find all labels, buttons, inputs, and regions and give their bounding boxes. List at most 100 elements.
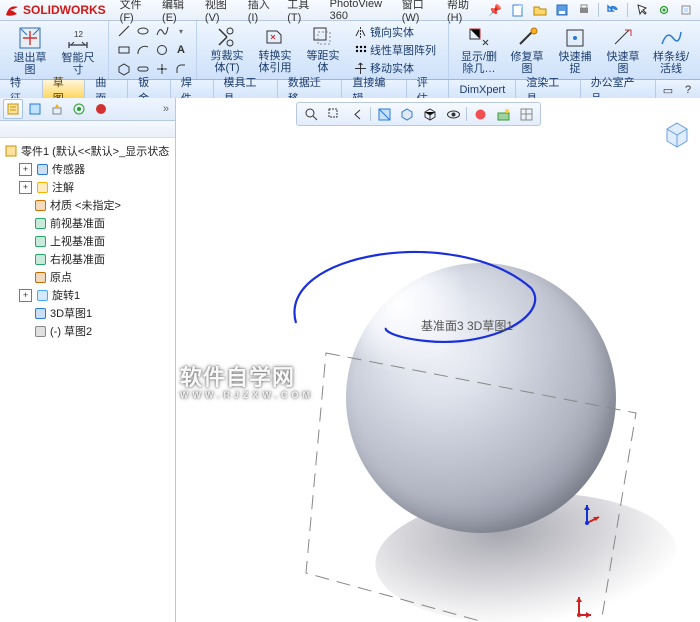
command-ribbon: 退出草图 12 智能尺寸 ▾ A 剪裁实体(T): [0, 21, 700, 80]
tab-render[interactable]: 渲染工具: [516, 80, 580, 100]
app-name: SOLIDWORKS: [23, 3, 106, 17]
tree-node[interactable]: 3D草图1: [2, 304, 173, 322]
tab-office[interactable]: 办公室产品: [581, 80, 656, 100]
zoom-area-icon[interactable]: [324, 105, 344, 123]
quick-snap-button[interactable]: 快速捕捉: [551, 24, 599, 76]
tab-collapse-icon[interactable]: ▭: [660, 82, 676, 98]
scene-icon[interactable]: [493, 105, 513, 123]
view-settings-icon[interactable]: [516, 105, 536, 123]
spline-tools-button[interactable]: 样条线/活线: [647, 24, 695, 76]
qat-options-icon[interactable]: [676, 1, 696, 19]
move-icon: [353, 61, 367, 75]
pane-tab-config-icon[interactable]: [47, 99, 67, 119]
tree-node-icon: [35, 162, 49, 176]
smart-dimension-icon: 12: [65, 25, 91, 51]
repair-sketch-button[interactable]: 修复草图: [503, 24, 551, 76]
tree-node[interactable]: +旋转1: [2, 286, 173, 304]
pane-tab-dimxpert-icon[interactable]: [69, 99, 89, 119]
trim-entities-button[interactable]: 剪裁实体(T): [203, 23, 251, 75]
offset-icon: [311, 25, 335, 49]
pane-tab-display-icon[interactable]: [91, 99, 111, 119]
tree-toggle-icon: [19, 236, 30, 247]
text-tool-icon[interactable]: A: [172, 41, 190, 59]
qat-new-icon[interactable]: [508, 1, 528, 19]
tree-node[interactable]: +注解: [2, 178, 173, 196]
smart-dimension-button[interactable]: 12 智能尺寸: [54, 23, 102, 77]
tree-toggle-icon[interactable]: +: [19, 163, 32, 176]
tab-sheetmetal[interactable]: 钣金: [128, 80, 171, 100]
tree-node-label: 传感器: [52, 161, 85, 177]
tab-evaluate[interactable]: 评估: [407, 80, 450, 100]
convert-entities-button[interactable]: 转换实体引用: [251, 23, 299, 75]
tree-node-icon: [33, 252, 47, 266]
tree-toggle-icon: [19, 326, 30, 337]
hide-show-icon[interactable]: [443, 105, 463, 123]
tab-dimxpert[interactable]: DimXpert: [449, 80, 516, 100]
tree-toggle-icon[interactable]: +: [19, 289, 32, 302]
heads-up-toolbar: [296, 102, 541, 126]
tree-node[interactable]: 上视基准面: [2, 232, 173, 250]
ribbon-pattern-stack: 镜向实体 线性草图阵列 移动实体: [347, 23, 442, 77]
rectangle-tool-icon[interactable]: [115, 41, 133, 59]
tree-node[interactable]: (-) 草图2: [2, 322, 173, 340]
svg-text:12: 12: [74, 30, 83, 39]
view-cube-icon[interactable]: [662, 120, 692, 150]
qat-print-icon[interactable]: [574, 1, 594, 19]
tree-node[interactable]: + 传感器: [2, 160, 173, 178]
spline-tool-icon[interactable]: [153, 22, 171, 40]
qat-undo-icon[interactable]: [603, 1, 623, 19]
tree-node[interactable]: 材质 <未指定>: [2, 196, 173, 214]
tab-surface[interactable]: 曲面: [85, 80, 128, 100]
tab-moldtools[interactable]: 模具工具: [214, 80, 278, 100]
tree-toggle-icon: [19, 308, 30, 319]
view-orient-icon[interactable]: [397, 105, 417, 123]
tab-help-icon[interactable]: ?: [680, 82, 696, 98]
menu-pin-icon[interactable]: 📌: [488, 4, 502, 17]
tree-node[interactable]: 原点: [2, 268, 173, 286]
rapid-sketch-icon: [611, 26, 635, 50]
prev-view-icon[interactable]: [347, 105, 367, 123]
tree-root[interactable]: 零件1 (默认<<默认>_显示状态: [2, 142, 173, 160]
zoom-fit-icon[interactable]: [301, 105, 321, 123]
tab-directedit[interactable]: 直接编辑: [342, 80, 406, 100]
qat-save-icon[interactable]: [552, 1, 572, 19]
display-delete-button[interactable]: 显示/删除几…: [455, 24, 503, 76]
dropdown-icon[interactable]: ▾: [172, 22, 190, 40]
tree-toggle-icon[interactable]: +: [19, 181, 32, 194]
tab-weldments[interactable]: 焊件: [171, 80, 214, 100]
convert-icon: [263, 25, 287, 49]
snap-icon: [563, 26, 587, 50]
tree-node[interactable]: 前视基准面: [2, 214, 173, 232]
section-view-icon[interactable]: [374, 105, 394, 123]
rect-tool-icon[interactable]: [134, 22, 152, 40]
model-sphere: 基准面3 3D草图1: [316, 263, 646, 593]
pane-tab-more-icon[interactable]: »: [160, 103, 172, 115]
arc-tool-icon[interactable]: [134, 41, 152, 59]
qat-open-icon[interactable]: [530, 1, 550, 19]
exit-sketch-label: 退出草图: [10, 52, 50, 76]
rapid-sketch-button[interactable]: 快速草图: [599, 24, 647, 76]
circle-tool-icon[interactable]: [153, 41, 171, 59]
linear-pattern-button[interactable]: 线性草图阵列: [351, 41, 438, 59]
appearance-icon[interactable]: [470, 105, 490, 123]
tab-features[interactable]: 特征: [0, 80, 43, 100]
qat-rebuild-icon[interactable]: [654, 1, 674, 19]
graphics-viewport[interactable]: 基准面3 3D草图1 软件自学网 WWW.RJZXW.COM: [176, 98, 700, 622]
mirror-entities-button[interactable]: 镜向实体: [351, 23, 438, 41]
pane-tab-property-icon[interactable]: [25, 99, 45, 119]
menu-bar: SOLIDWORKS 文件(F) 编辑(E) 视图(V) 插入(I) 工具(T)…: [0, 0, 700, 21]
tab-sketch[interactable]: 草图: [43, 80, 86, 100]
polygon-tool-icon[interactable]: [115, 60, 133, 78]
tree-node[interactable]: 右视基准面: [2, 250, 173, 268]
qat-select-icon[interactable]: [632, 1, 652, 19]
display-style-icon[interactable]: [420, 105, 440, 123]
offset-entities-button[interactable]: 等距实体: [299, 23, 347, 75]
smart-dimension-label: 智能尺寸: [58, 52, 98, 76]
tree-node-label: 原点: [50, 269, 72, 285]
line-tool-icon[interactable]: [115, 22, 133, 40]
exit-sketch-button[interactable]: 退出草图: [6, 23, 54, 77]
tree-node-label: (-) 草图2: [50, 323, 92, 339]
rapid-sketch-label: 快速草图: [603, 51, 643, 75]
pane-tab-feature-tree-icon[interactable]: [3, 99, 23, 119]
tab-datamig[interactable]: 数据迁移: [278, 80, 342, 100]
